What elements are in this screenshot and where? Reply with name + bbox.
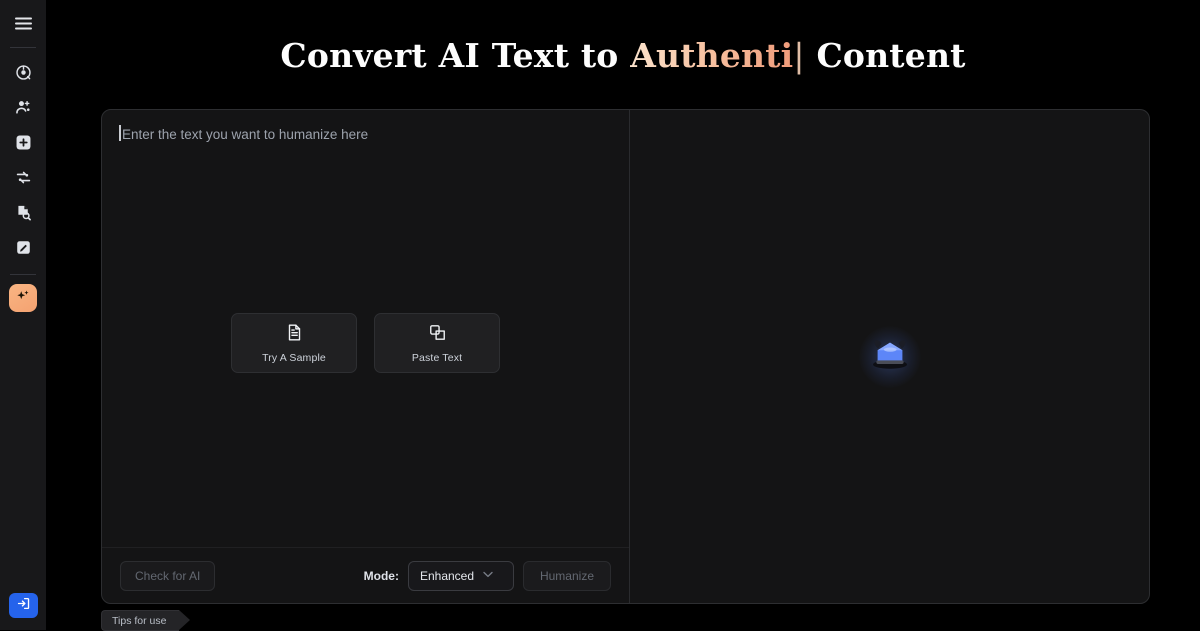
paste-text-label: Paste Text — [411, 351, 463, 364]
editor-footer-bar: Check for AI Mode: Enhanced Humanize — [102, 547, 629, 603]
sidebar-item-plagiarism-checker[interactable] — [8, 197, 38, 227]
page-title: Convert AI Text to Authenti| Content — [46, 36, 1200, 75]
try-a-sample-button[interactable]: Try A Sample — [231, 313, 357, 373]
output-pane — [630, 110, 1149, 603]
hamburger-menu-icon — [14, 17, 32, 30]
tips-for-use-label: Tips for use — [112, 614, 167, 627]
plus-square-icon — [15, 134, 32, 151]
sidebar-item-paraphraser[interactable] — [8, 162, 38, 192]
mode-dropdown-value: Enhanced — [419, 568, 475, 583]
output-placeholder — [858, 325, 922, 389]
tips-for-use-tab[interactable]: Tips for use — [101, 610, 191, 631]
tips-tab-point — [179, 610, 191, 630]
robot-bot-icon — [869, 337, 911, 376]
login-arrow-icon — [16, 596, 31, 616]
page-title-prefix: Convert AI Text to — [280, 36, 631, 75]
plagiarism-search-icon — [15, 204, 32, 221]
sparkles-icon — [15, 288, 31, 309]
text-input-area[interactable]: Enter the text you want to humanize here… — [102, 110, 629, 547]
page-title-accent: Authenti — [630, 36, 794, 75]
copy-layers-icon — [428, 323, 447, 345]
try-a-sample-label: Try A Sample — [262, 351, 326, 364]
sidebar-item-new[interactable] — [8, 127, 38, 157]
document-text-icon — [285, 323, 304, 345]
edit-document-icon — [15, 239, 32, 256]
mode-and-action-group: Mode: Enhanced Humanize — [363, 560, 611, 591]
sidebar-item-active-humanizer[interactable] — [9, 284, 37, 312]
text-input-placeholder: Enter the text you want to humanize here — [122, 127, 369, 142]
sidebar-divider-top — [10, 47, 36, 48]
input-pane: Enter the text you want to humanize here… — [102, 110, 630, 603]
paste-text-button[interactable]: Paste Text — [374, 313, 500, 373]
check-for-ai-label: Check for AI — [135, 568, 201, 583]
sidebar — [0, 0, 46, 630]
sidebar-item-editor[interactable] — [8, 232, 38, 262]
paraphraser-icon — [15, 169, 32, 186]
sign-in-button[interactable] — [8, 593, 38, 618]
typing-caret: | — [793, 36, 805, 75]
ai-detector-icon — [15, 64, 32, 81]
hamburger-menu-button[interactable] — [8, 8, 38, 38]
check-for-ai-button[interactable]: Check for AI — [120, 560, 216, 591]
chevron-down-icon — [483, 571, 493, 580]
humanizer-hand-icon — [15, 99, 32, 116]
sidebar-divider-bottom — [10, 274, 36, 275]
quick-actions-group: Try A Sample Paste Text — [102, 313, 629, 373]
mode-dropdown[interactable]: Enhanced — [407, 560, 514, 591]
sidebar-item-ai-humanizer[interactable] — [8, 92, 38, 122]
page-title-suffix: Content — [804, 36, 966, 75]
mode-label: Mode: — [363, 568, 399, 583]
humanize-button[interactable]: Humanize — [522, 560, 611, 591]
sidebar-item-ai-detector[interactable] — [8, 57, 38, 87]
workspace-container: Enter the text you want to humanize here… — [101, 109, 1150, 604]
humanize-label: Humanize — [539, 568, 594, 583]
